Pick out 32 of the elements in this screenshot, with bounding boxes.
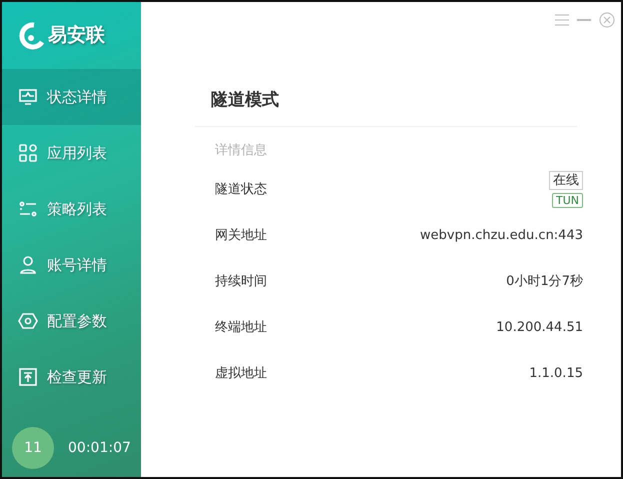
sidebar-item[interactable]: 状态详情 bbox=[2, 69, 141, 125]
field-label: 网关地址 bbox=[215, 226, 267, 245]
section-label: 详情信息 bbox=[214, 142, 268, 160]
user-icon bbox=[18, 255, 38, 275]
sliders-icon bbox=[18, 199, 38, 219]
status-tag: 在线 bbox=[549, 171, 583, 190]
field-label: 持续时间 bbox=[215, 272, 267, 291]
apps-icon bbox=[18, 143, 38, 163]
field-label: 隧道状态 bbox=[215, 180, 267, 199]
field-label: 终端地址 bbox=[215, 318, 267, 337]
field-value: 1.1.0.15 bbox=[529, 364, 583, 383]
monitor-icon bbox=[18, 87, 38, 107]
sidebar-item[interactable]: 检查更新 bbox=[2, 349, 141, 405]
menu-icon[interactable] bbox=[555, 14, 569, 26]
timer: 00:01:07 bbox=[68, 438, 131, 458]
app-name: 易安联 bbox=[48, 23, 105, 48]
minimize-icon[interactable] bbox=[577, 18, 591, 22]
sidebar-item[interactable]: 账号详情 bbox=[2, 237, 141, 293]
upload-icon bbox=[18, 367, 38, 387]
sidebar-item[interactable]: 应用列表 bbox=[2, 125, 141, 181]
sidebar-item[interactable]: 策略列表 bbox=[2, 181, 141, 237]
field-value: 0小时1分7秒 bbox=[506, 272, 583, 291]
hexagon-icon bbox=[18, 311, 38, 331]
mode-tag: TUN bbox=[552, 193, 583, 208]
page-title: 隧道模式 bbox=[211, 89, 279, 112]
sidebar-item[interactable]: 配置参数 bbox=[2, 293, 141, 349]
count-badge: 11 bbox=[12, 427, 54, 469]
field-value: 10.200.44.51 bbox=[496, 318, 583, 337]
field-label: 虚拟地址 bbox=[215, 364, 267, 383]
logo-icon bbox=[18, 22, 44, 50]
close-icon[interactable] bbox=[599, 12, 615, 28]
field-value: webvpn.chzu.edu.cn:443 bbox=[420, 226, 583, 245]
